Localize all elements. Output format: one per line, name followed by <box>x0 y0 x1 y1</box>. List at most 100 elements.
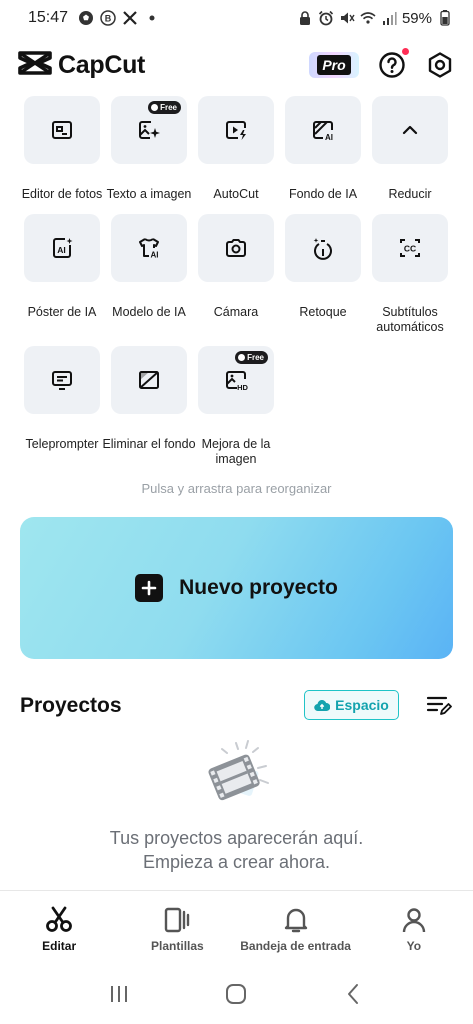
app-header: CapCut Pro <box>0 42 473 88</box>
tool-auto-captions[interactable]: CC Subtítulos automáticos <box>372 214 448 334</box>
tool-label: Mejora de la imagen <box>201 437 271 466</box>
settings-button[interactable] <box>425 50 455 80</box>
home-icon <box>226 984 247 1004</box>
help-icon <box>379 52 405 78</box>
tool-label: Modelo de IA <box>112 305 186 319</box>
dot-icon <box>144 10 160 26</box>
free-badge: Free <box>148 101 181 114</box>
scissors-icon <box>46 906 73 932</box>
tool-tile[interactable] <box>198 96 274 164</box>
b-icon: B <box>100 10 116 26</box>
tool-label: Reducir <box>388 187 432 201</box>
free-label: Free <box>247 353 264 362</box>
back-button[interactable] <box>334 974 374 1014</box>
svg-text:B: B <box>105 14 112 24</box>
pro-button[interactable]: Pro <box>309 52 359 78</box>
tool-tile[interactable] <box>198 214 274 282</box>
tool-tile[interactable] <box>24 96 100 164</box>
recents-icon <box>110 986 127 1002</box>
nav-profile[interactable]: Yo <box>355 891 473 962</box>
nav-edit[interactable]: Editar <box>0 891 118 962</box>
film-illustration-icon <box>200 740 276 806</box>
capcut-logo-icon <box>18 50 52 81</box>
tool-label: Eliminar el fondo <box>102 437 196 451</box>
nav-label: Editar <box>42 939 77 953</box>
nav-label: Yo <box>406 939 422 953</box>
tool-tile[interactable] <box>111 346 187 414</box>
camera-icon <box>226 239 246 257</box>
remove-background-icon <box>139 371 159 389</box>
tool-ai-model[interactable]: AI Modelo de IA <box>111 214 187 319</box>
list-edit-icon <box>426 696 452 715</box>
tool-label: Subtítulos automáticos <box>376 305 444 334</box>
battery-icon <box>437 10 453 26</box>
mute-icon <box>339 10 355 26</box>
status-left: 15:47 B <box>28 9 160 27</box>
recents-button[interactable] <box>99 974 139 1014</box>
tool-label: Cámara <box>213 305 259 319</box>
teleprompter-icon <box>52 371 72 390</box>
x-logo-icon <box>122 10 138 26</box>
retouch-icon <box>313 238 332 260</box>
storage-space-button[interactable]: Espacio <box>304 690 399 720</box>
help-button[interactable] <box>377 48 409 80</box>
svg-text:AI: AI <box>57 245 66 255</box>
projects-title: Proyectos <box>20 694 122 717</box>
chevron-up-icon <box>402 125 418 135</box>
status-time: 15:47 <box>28 9 69 26</box>
reorder-hint: Pulsa y arrastra para reorganizar <box>141 481 332 496</box>
tool-tile[interactable] <box>285 214 361 282</box>
nav-label: Bandeja de entrada <box>240 939 351 953</box>
cloud-upload-icon <box>314 700 331 712</box>
manage-projects-button[interactable] <box>426 693 452 717</box>
tool-autocut[interactable]: AutoCut <box>198 96 274 201</box>
app-name: CapCut <box>58 50 146 79</box>
ai-poster-icon: AI <box>53 238 73 258</box>
tool-tile[interactable]: Free <box>111 96 187 164</box>
tool-tile[interactable]: AI <box>285 96 361 164</box>
signal-icon <box>381 10 397 26</box>
tool-label: Teleprompter <box>25 437 99 451</box>
nav-templates[interactable]: Plantillas <box>118 891 236 962</box>
empty-line-1: Tus proyectos aparecerán aquí. <box>109 828 364 848</box>
tool-photo-editor[interactable]: Editor de fotos <box>22 96 102 201</box>
tool-tile[interactable]: AI <box>111 214 187 282</box>
tool-ai-poster[interactable]: AI Póster de IA <box>24 214 100 319</box>
tool-label: Fondo de IA <box>288 187 358 201</box>
svg-text:HD: HD <box>237 383 248 392</box>
tool-tile[interactable] <box>372 96 448 164</box>
storage-space-label: Espacio <box>335 697 389 713</box>
profile-icon <box>402 908 426 933</box>
svg-text:AI: AI <box>151 251 159 260</box>
bell-icon <box>284 908 307 933</box>
ai-model-icon: AI <box>139 238 159 260</box>
tool-label: Editor de fotos <box>21 187 103 201</box>
tool-text-to-image[interactable]: Free Texto a imagen <box>107 96 191 201</box>
tool-label: Póster de IA <box>27 305 97 319</box>
tool-teleprompter[interactable]: Teleprompter <box>24 346 100 451</box>
wifi-icon <box>360 10 376 26</box>
status-right: 59% <box>297 10 453 27</box>
tool-collapse[interactable]: Reducir <box>372 96 448 201</box>
tool-tile[interactable]: Free HD <box>198 346 274 414</box>
status-bar: 15:47 B 59% <box>0 0 473 36</box>
tool-ai-background[interactable]: AI Fondo de IA <box>285 96 361 201</box>
image-upscale-icon: HD <box>226 371 248 392</box>
tool-tile[interactable]: AI <box>24 214 100 282</box>
svg-text:CC: CC <box>404 244 416 254</box>
tool-tile[interactable]: CC <box>372 214 448 282</box>
home-button[interactable] <box>216 974 256 1014</box>
settings-hex-icon <box>428 52 452 78</box>
tool-retouch[interactable]: Retoque <box>285 214 361 319</box>
tool-image-upscale[interactable]: Free HD Mejora de la imagen <box>198 346 274 466</box>
empty-line-2: Empieza a crear ahora. <box>142 852 331 872</box>
captions-icon: CC <box>400 239 420 257</box>
tool-remove-background[interactable]: Eliminar el fondo <box>102 346 196 451</box>
nav-inbox[interactable]: Bandeja de entrada <box>237 891 355 962</box>
tool-tile[interactable] <box>24 346 100 414</box>
tool-camera[interactable]: Cámara <box>198 214 274 319</box>
tool-label: AutoCut <box>213 187 259 201</box>
empty-projects-message: Tus proyectos aparecerán aquí. Empieza a… <box>0 826 473 874</box>
back-chevron-icon <box>348 984 359 1004</box>
new-project-button[interactable]: Nuevo proyecto <box>20 517 453 659</box>
